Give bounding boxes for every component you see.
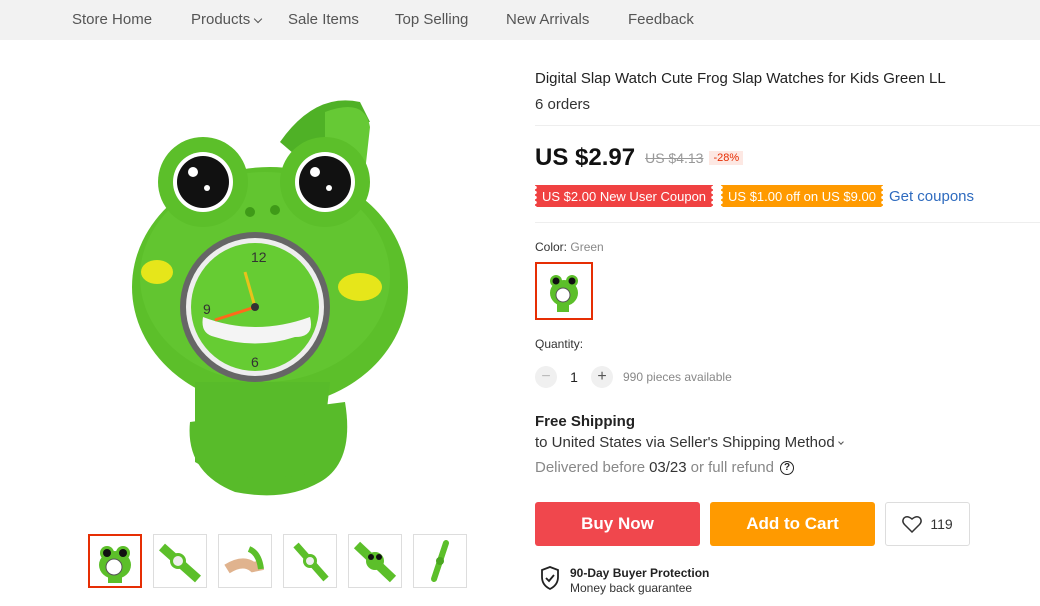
svg-text:9: 9: [203, 301, 211, 317]
color-label-text: Color:: [535, 240, 568, 254]
quantity-value[interactable]: 1: [557, 369, 591, 385]
color-value: Green: [570, 240, 604, 254]
thumbnail-4[interactable]: [283, 534, 337, 588]
product-main-image[interactable]: 12 9 6: [115, 82, 425, 502]
svg-text:6: 6: [251, 354, 259, 370]
delivered-suffix: or full refund: [690, 459, 774, 476]
original-price: US $4.13: [645, 150, 704, 166]
thumbnail-5[interactable]: [348, 534, 402, 588]
svg-text:12: 12: [251, 249, 267, 265]
product-title: Digital Slap Watch Cute Frog Slap Watche…: [535, 70, 946, 87]
protection-subtitle: Money back guarantee: [570, 581, 693, 595]
store-nav: Store Home Products Sale Items Top Selli…: [0, 0, 1040, 40]
nav-feedback[interactable]: Feedback: [628, 11, 694, 28]
shipping-title: Free Shipping: [535, 413, 636, 430]
quantity-stepper: − 1 + 990 pieces available: [535, 366, 732, 388]
discount-badge: -28%: [709, 151, 744, 165]
chevron-down-icon: [837, 439, 844, 445]
nav-store-home[interactable]: Store Home: [72, 11, 152, 28]
delivery-estimate: Delivered before 03/23 or full refund ?: [535, 459, 794, 476]
price-row: US $2.97 US $4.13 -28%: [535, 144, 744, 172]
nav-products[interactable]: Products: [191, 11, 263, 28]
chevron-down-icon: [253, 14, 263, 24]
nav-new-arrivals[interactable]: New Arrivals: [506, 11, 589, 28]
nav-top-selling[interactable]: Top Selling: [395, 11, 468, 28]
divider: [535, 125, 1040, 126]
thumbnail-strip: [88, 534, 467, 588]
store-coupon[interactable]: US $1.00 off on US $9.00: [721, 185, 883, 207]
color-swatch-green[interactable]: [535, 262, 593, 320]
buyer-protection: 90-Day Buyer Protection Money back guara…: [540, 566, 709, 595]
nav-products-label: Products: [191, 11, 251, 28]
thumbnail-2[interactable]: [153, 534, 207, 588]
heart-icon: [902, 515, 923, 533]
nav-sale-items[interactable]: Sale Items: [288, 11, 359, 28]
buy-now-button[interactable]: Buy Now: [535, 502, 700, 546]
thumbnail-1[interactable]: [88, 534, 142, 588]
divider: [535, 222, 1040, 223]
quantity-decrease-button[interactable]: −: [535, 366, 557, 388]
stock-available: 990 pieces available: [623, 370, 732, 384]
delivery-date: 03/23: [649, 459, 687, 476]
add-to-cart-button[interactable]: Add to Cart: [710, 502, 875, 546]
protection-title: 90-Day Buyer Protection: [570, 566, 710, 580]
shipping-method-text: to United States via Seller's Shipping M…: [535, 434, 835, 451]
coupon-row: US $2.00 New User Coupon US $1.00 off on…: [535, 185, 974, 207]
current-price: US $2.97: [535, 144, 636, 171]
wishlist-button[interactable]: 119: [885, 502, 970, 546]
quantity-increase-button[interactable]: +: [591, 366, 613, 388]
shipping-method[interactable]: to United States via Seller's Shipping M…: [535, 434, 844, 451]
order-count: 6 orders: [535, 96, 591, 113]
thumbnail-6[interactable]: [413, 534, 467, 588]
wishlist-count: 119: [930, 516, 953, 532]
delivered-prefix: Delivered before: [535, 459, 646, 476]
new-user-coupon[interactable]: US $2.00 New User Coupon: [535, 185, 714, 207]
get-coupons-link[interactable]: Get coupons: [889, 188, 974, 205]
color-label: Color: Green: [535, 240, 604, 254]
thumbnail-3[interactable]: [218, 534, 272, 588]
question-icon[interactable]: ?: [780, 460, 794, 475]
shield-check-icon: [541, 566, 559, 590]
quantity-label: Quantity:: [535, 337, 584, 351]
